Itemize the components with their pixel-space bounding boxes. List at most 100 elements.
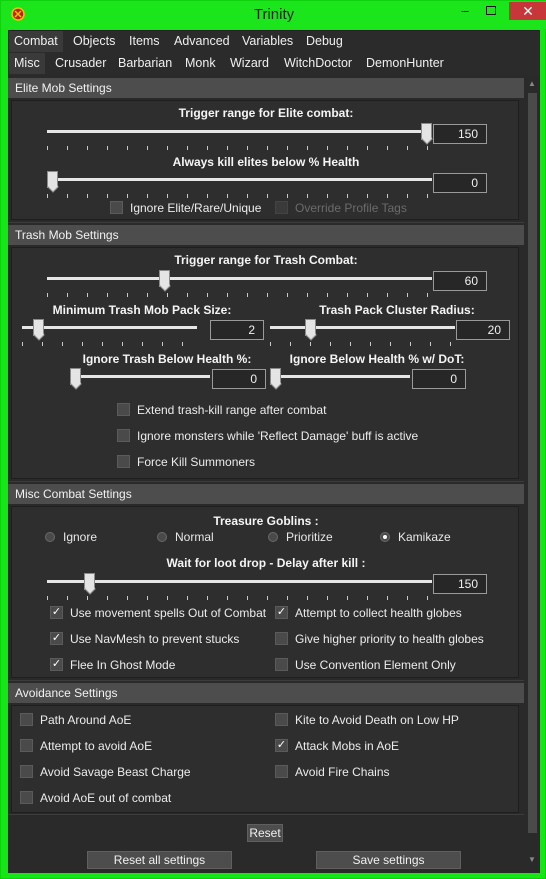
tab-crusader[interactable]: Crusader — [50, 53, 111, 74]
cluster-radius-value[interactable]: 20 — [456, 320, 510, 340]
tab-debug[interactable]: Debug — [301, 31, 348, 52]
reset-all-settings-button[interactable]: Reset all settings — [87, 851, 232, 869]
tab-items[interactable]: Items — [124, 31, 165, 52]
tab-combat[interactable]: Combat — [9, 31, 63, 52]
checkbox-label: Override Profile Tags — [295, 201, 407, 215]
tab-advanced[interactable]: Advanced — [169, 31, 235, 52]
checkbox-box[interactable] — [20, 713, 33, 726]
checkbox-label: Flee In Ghost Mode — [70, 658, 176, 672]
slider-thumb[interactable] — [159, 270, 170, 287]
settings-scroll-area[interactable]: Elite Mob Settings Trigger range for Eli… — [8, 75, 540, 873]
elite-group: Elite Mob Settings Trigger range for Eli… — [8, 78, 524, 223]
checkbox-label: Extend trash-kill range after combat — [137, 403, 327, 417]
maximize-button[interactable] — [479, 2, 503, 20]
slider-thumb[interactable] — [305, 319, 316, 336]
checkbox-box[interactable] — [275, 765, 288, 778]
checkbox-label: Ignore Elite/Rare/Unique — [130, 201, 262, 215]
ignore-health-label: Ignore Trash Below Health %: — [82, 352, 252, 366]
tab-variables[interactable]: Variables — [237, 31, 298, 52]
loot-delay-label: Wait for loot drop - Delay after kill : — [166, 556, 366, 570]
radio-dot[interactable] — [157, 532, 167, 542]
slider-thumb[interactable] — [421, 123, 432, 140]
ignore-dot-value[interactable]: 0 — [412, 369, 466, 389]
checkbox-box[interactable] — [275, 632, 288, 645]
avoidance-group: Avoidance Settings Path Around AoE Kite … — [8, 683, 524, 815]
title-bar[interactable]: Trinity ‒ ✕ — [1, 1, 546, 29]
checkbox-box[interactable] — [20, 791, 33, 804]
elite-kill-slider[interactable] — [47, 171, 432, 198]
tab-objects[interactable]: Objects — [68, 31, 120, 52]
min-pack-slider[interactable] — [22, 319, 197, 346]
checkbox-box[interactable] — [110, 201, 123, 214]
checkbox-box[interactable] — [20, 765, 33, 778]
checkbox-box[interactable]: ✓ — [275, 739, 288, 752]
elite-trigger-slider[interactable] — [47, 123, 432, 150]
misc-panel: Treasure Goblins : Ignore Normal Priorit… — [11, 506, 519, 678]
slider-thumb[interactable] — [33, 319, 44, 336]
tab-demonhunter[interactable]: DemonHunter — [361, 53, 449, 74]
checkbox-box[interactable] — [275, 658, 288, 671]
scrollbar-thumb[interactable] — [528, 93, 537, 833]
goblins-label: Treasure Goblins : — [213, 514, 319, 528]
elite-kill-label: Always kill elites below % Health — [172, 155, 360, 169]
save-settings-button[interactable]: Save settings — [316, 851, 461, 869]
slider-thumb[interactable] — [70, 368, 81, 385]
radio-dot[interactable] — [45, 532, 55, 542]
radio-dot[interactable] — [268, 532, 278, 542]
checkbox-box[interactable] — [275, 201, 288, 214]
checkbox-label: Attempt to avoid AoE — [40, 739, 153, 753]
checkbox-box[interactable]: ✓ — [50, 632, 63, 645]
trash-group: Trash Mob Settings Trigger range for Tra… — [8, 225, 524, 482]
scroll-up-icon[interactable]: ▲ — [528, 79, 536, 88]
slider-thumb[interactable] — [47, 171, 58, 188]
close-button[interactable]: ✕ — [509, 2, 546, 20]
trash-trigger-slider[interactable] — [47, 270, 432, 297]
elite-header: Elite Mob Settings — [8, 78, 524, 98]
reset-button[interactable]: Reset — [247, 824, 283, 842]
min-pack-value[interactable]: 2 — [210, 320, 264, 340]
ignore-dot-slider[interactable] — [270, 368, 410, 388]
checkbox-label: Kite to Avoid Death on Low HP — [295, 713, 459, 727]
checkbox-label: Attempt to collect health globes — [295, 606, 462, 620]
checkbox-label: Give higher priority to health globes — [295, 632, 484, 646]
trash-trigger-value[interactable]: 60 — [433, 271, 487, 291]
tab-barbarian[interactable]: Barbarian — [113, 53, 177, 74]
slider-thumb[interactable] — [84, 573, 95, 590]
checkbox-label: Attack Mobs in AoE — [295, 739, 400, 753]
loot-delay-slider[interactable] — [47, 573, 432, 600]
checkbox-box[interactable]: ✓ — [50, 658, 63, 671]
tab-witchdoctor[interactable]: WitchDoctor — [279, 53, 357, 74]
trash-panel: Trigger range for Trash Combat: 60 Minim… — [11, 247, 519, 479]
radio-label: Normal — [175, 530, 214, 544]
tab-misc[interactable]: Misc — [9, 53, 45, 74]
cluster-radius-slider[interactable] — [270, 319, 455, 346]
minimize-button[interactable]: ‒ — [453, 2, 477, 20]
app-window: Trinity ‒ ✕ Combat Objects Items Advance… — [0, 0, 546, 879]
trash-trigger-label: Trigger range for Trash Combat: — [174, 253, 358, 267]
checkbox-box[interactable] — [117, 403, 130, 416]
checkbox-label: Avoid Savage Beast Charge — [40, 765, 191, 779]
checkbox-label: Ignore monsters while 'Reflect Damage' b… — [137, 429, 419, 443]
elite-trigger-value[interactable]: 150 — [433, 124, 487, 144]
radio-dot[interactable] — [380, 532, 390, 542]
vertical-scrollbar[interactable]: ▲ ▼ — [525, 75, 540, 873]
ignore-health-slider[interactable] — [70, 368, 210, 388]
checkbox-label: Use movement spells Out of Combat — [70, 606, 267, 620]
checkbox-box[interactable] — [117, 429, 130, 442]
checkbox-label: Avoid AoE out of combat — [40, 791, 172, 805]
misc-header: Misc Combat Settings — [8, 484, 524, 504]
checkbox-box[interactable] — [20, 739, 33, 752]
ignore-health-value[interactable]: 0 — [212, 369, 266, 389]
checkbox-box[interactable] — [275, 713, 288, 726]
elite-kill-value[interactable]: 0 — [433, 173, 487, 193]
tab-monk[interactable]: Monk — [180, 53, 221, 74]
checkbox-label: Force Kill Summoners — [137, 455, 256, 469]
loot-delay-value[interactable]: 150 — [433, 574, 487, 594]
checkbox-box[interactable] — [117, 455, 130, 468]
checkbox-box[interactable]: ✓ — [275, 606, 288, 619]
checkbox-box[interactable]: ✓ — [50, 606, 63, 619]
trash-header: Trash Mob Settings — [8, 225, 524, 245]
slider-thumb[interactable] — [270, 368, 281, 385]
tab-wizard[interactable]: Wizard — [225, 53, 274, 74]
scroll-down-icon[interactable]: ▼ — [528, 855, 536, 864]
